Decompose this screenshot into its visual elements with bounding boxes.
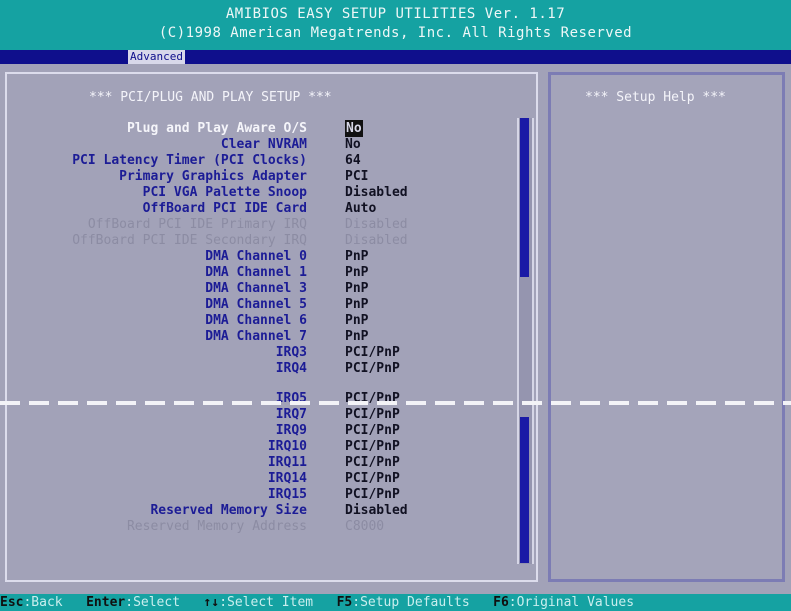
setting-row-dma-channel-1[interactable]: DMA Channel 1 PnP (7, 264, 517, 281)
setting-label: OffBoard PCI IDE Secondary IRQ (72, 233, 307, 248)
setting-label: DMA Channel 0 (205, 249, 307, 264)
key-f6-desc: :Original Values (508, 595, 635, 610)
setting-value[interactable]: Disabled (345, 502, 408, 519)
setting-label: Reserved Memory Address (126, 519, 307, 534)
setting-value[interactable]: PCI/PnP (345, 422, 400, 439)
key-esc-desc: :Back (23, 595, 63, 610)
setting-value[interactable]: PCI/PnP (345, 454, 400, 471)
setting-row-dma-channel-5[interactable]: DMA Channel 5 PnP (7, 296, 517, 313)
setting-value[interactable]: 64 (345, 152, 361, 169)
setting-row-reserved-memory-size[interactable]: Reserved Memory Size Disabled (7, 502, 517, 519)
scrollbar-thumb[interactable] (520, 118, 529, 277)
dashed-divider (0, 401, 791, 405)
setting-value[interactable]: Auto (345, 200, 376, 217)
key-esc: Esc (0, 595, 24, 610)
setting-label: DMA Channel 6 (205, 313, 307, 328)
panel-title: *** PCI/PLUG AND PLAY SETUP *** (89, 90, 332, 105)
bios-version-text: AMIBIOS EASY SETUP UTILITIES Ver. 1.17 (225, 6, 566, 22)
setting-label: OffBoard PCI IDE Primary IRQ (87, 217, 307, 232)
key-arrows: ↑↓ (203, 595, 220, 610)
setting-value[interactable]: PCI/PnP (345, 360, 400, 377)
status-bar: Esc:Back Enter:Select ↑↓:Select Item F5:… (0, 594, 791, 611)
setting-row-clear-nvram[interactable]: Clear NVRAM No (7, 136, 517, 153)
setting-row-dma-channel-3[interactable]: DMA Channel 3 PnP (7, 280, 517, 297)
setting-label: PCI Latency Timer (PCI Clocks) (72, 153, 307, 168)
setting-row-offboard-pci-ide-card[interactable]: OffBoard PCI IDE Card Auto (7, 200, 517, 217)
setting-row-plug-and-play-aware-os[interactable]: Plug and Play Aware O/S No (7, 120, 517, 137)
setting-row-pci-latency-timer[interactable]: PCI Latency Timer (PCI Clocks) 64 (7, 152, 517, 169)
key-f6: F6 (493, 595, 509, 610)
setting-row-irq15[interactable]: IRQ15 PCI/PnP (7, 486, 517, 503)
setting-value-selected[interactable]: No (345, 120, 363, 137)
setting-label: Clear NVRAM (220, 137, 307, 152)
setting-label: Primary Graphics Adapter (119, 169, 307, 184)
setting-value[interactable]: PnP (345, 328, 368, 345)
setting-label: OffBoard PCI IDE Card (142, 201, 307, 216)
setting-row-dma-channel-6[interactable]: DMA Channel 6 PnP (7, 312, 517, 329)
setting-label: IRQ7 (275, 407, 307, 422)
setting-row-irq10[interactable]: IRQ10 PCI/PnP (7, 438, 517, 455)
setting-row-irq11[interactable]: IRQ11 PCI/PnP (7, 454, 517, 471)
setting-label: IRQ11 (267, 455, 307, 470)
help-title: *** Setup Help *** (585, 90, 726, 105)
setting-value: Disabled (345, 217, 408, 232)
menu-bar: Advanced (0, 50, 791, 64)
setting-label: Reserved Memory Size (150, 503, 307, 518)
setting-value[interactable]: PCI/PnP (345, 438, 400, 455)
setting-value[interactable]: PCI/PnP (345, 470, 400, 487)
setting-row-dma-channel-0[interactable]: DMA Channel 0 PnP (7, 248, 517, 265)
setting-value[interactable]: PnP (345, 312, 368, 329)
setting-row-irq3[interactable]: IRQ3 PCI/PnP (7, 344, 517, 361)
setting-label: DMA Channel 1 (205, 265, 307, 280)
setting-row-offboard-ide-primary-irq: OffBoard PCI IDE Primary IRQ Disabled (7, 216, 517, 233)
setting-row-irq14[interactable]: IRQ14 PCI/PnP (7, 470, 517, 487)
setting-row-irq4[interactable]: IRQ4 PCI/PnP (7, 360, 517, 377)
setting-value[interactable]: PCI (345, 168, 368, 185)
key-f5-desc: :Setup Defaults (352, 595, 470, 610)
setting-value[interactable]: PCI/PnP (345, 486, 400, 503)
setting-label: PCI VGA Palette Snoop (142, 185, 307, 200)
setting-value[interactable]: Disabled (345, 184, 408, 201)
key-enter: Enter (86, 595, 126, 610)
tab-advanced[interactable]: Advanced (128, 50, 185, 64)
setting-label: IRQ10 (267, 439, 307, 454)
setting-row-primary-graphics-adapter[interactable]: Primary Graphics Adapter PCI (7, 168, 517, 185)
key-arrows-desc: :Select Item (219, 595, 314, 610)
setting-row-offboard-ide-secondary-irq: OffBoard PCI IDE Secondary IRQ Disabled (7, 232, 517, 249)
help-panel: *** Setup Help *** (548, 72, 785, 582)
main-panel: *** PCI/PLUG AND PLAY SETUP *** Plug and… (5, 72, 538, 582)
setting-value: C8000 (345, 519, 385, 534)
setting-value[interactable]: PCI/PnP (345, 344, 400, 361)
setting-label: IRQ4 (275, 361, 307, 376)
setting-row-pci-vga-palette-snoop[interactable]: PCI VGA Palette Snoop Disabled (7, 184, 517, 201)
setting-label: IRQ15 (267, 487, 307, 502)
setting-label: Plug and Play Aware O/S (126, 121, 307, 136)
bios-screen: AMIBIOS EASY SETUP UTILITIES Ver. 1.17 (… (0, 0, 791, 611)
setting-row-dma-channel-7[interactable]: DMA Channel 7 PnP (7, 328, 517, 345)
bios-copyright-text: (C)1998 American Megatrends, Inc. All Ri… (158, 25, 633, 41)
setting-row-irq9[interactable]: IRQ9 PCI/PnP (7, 422, 517, 439)
setting-value[interactable]: No (345, 136, 361, 153)
scrollbar-thumb[interactable] (520, 417, 529, 563)
setting-row-reserved-memory-address: Reserved Memory Address C8000 (7, 518, 517, 535)
setting-value[interactable]: PnP (345, 280, 368, 297)
key-enter-desc: :Select (125, 595, 181, 610)
setting-value[interactable]: PnP (345, 248, 368, 265)
setting-label: DMA Channel 3 (205, 281, 307, 296)
setting-value: Disabled (345, 233, 408, 248)
setting-row-irq7[interactable]: IRQ7 PCI/PnP (7, 406, 517, 423)
setting-label: IRQ14 (267, 471, 307, 486)
setting-label: IRQ3 (275, 345, 307, 360)
setting-label: DMA Channel 7 (205, 329, 307, 344)
setting-label: IRQ9 (275, 423, 307, 438)
setting-value[interactable]: PnP (345, 296, 368, 313)
setting-label: DMA Channel 5 (205, 297, 307, 312)
key-f5: F5 (336, 595, 353, 610)
setting-value[interactable]: PnP (345, 264, 368, 281)
setting-value[interactable]: PCI/PnP (345, 406, 400, 423)
